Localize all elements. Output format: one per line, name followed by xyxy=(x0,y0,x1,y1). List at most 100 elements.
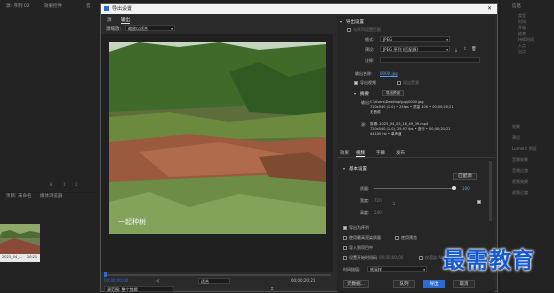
format-value: JPEG xyxy=(383,37,393,42)
effects-list-item[interactable]: Lumetri 预设 xyxy=(512,146,554,152)
tab-effects[interactable]: 效果 xyxy=(340,150,349,156)
output-name-label: 输出名称: xyxy=(355,71,373,76)
fit-value: 适合 xyxy=(201,279,209,284)
video-frame-image xyxy=(109,42,326,234)
info-panel-tab[interactable]: 信息 xyxy=(512,3,521,10)
summary-title: 摘要 xyxy=(360,92,369,97)
chevron-down-icon: ▾ xyxy=(171,27,173,31)
export-video-checkbox[interactable] xyxy=(354,81,358,85)
width-value[interactable]: 720 xyxy=(374,198,382,203)
export-audio-label: 导出音频 xyxy=(403,80,419,85)
effects-list-item[interactable]: 视频效果 xyxy=(512,179,554,185)
queue-button[interactable]: 队列 xyxy=(393,280,415,288)
max-render-quality-checkbox[interactable] xyxy=(343,236,347,240)
quality-slider-track[interactable] xyxy=(374,188,456,189)
fit-dropdown[interactable]: 适合 xyxy=(198,278,230,284)
export-settings-section-title: 导出设置 xyxy=(346,20,364,25)
cancel-button[interactable]: 取消 xyxy=(453,280,475,288)
chevron-down-icon: ▾ xyxy=(446,48,448,52)
delete-preset-icon[interactable]: 🗑 xyxy=(471,47,477,52)
effects-list-item[interactable]: 音频过渡 xyxy=(512,168,554,174)
summary-source-lines: 剪辑: 2023_04_03_18_49_39.mp4 720x540 (1.0… xyxy=(370,122,490,137)
source-panel-tab[interactable]: 源: 序列 02 xyxy=(6,3,30,10)
time-interpolation-dropdown[interactable]: 帧采样 ▾ xyxy=(367,266,427,272)
chevron-down-icon: ▾ xyxy=(423,268,425,272)
quality-value[interactable]: 100 xyxy=(462,186,470,191)
effects-list: 效果 预设 Lumetri 预设 音频效果 音频过渡 视频效果 视频过渡 xyxy=(512,124,554,201)
effects-list-item[interactable]: 音频效果 xyxy=(512,157,554,163)
playhead-marker[interactable] xyxy=(104,272,107,277)
use-previews-checkbox[interactable] xyxy=(395,236,399,240)
basic-settings-chevron-icon[interactable]: ▾ xyxy=(343,166,345,171)
link-dimensions-icon[interactable]: ⊐ xyxy=(392,201,395,206)
format-label: 格式: xyxy=(365,37,375,42)
timecode-start[interactable]: 00;00;00;00 xyxy=(104,278,128,283)
width-label: 宽度: xyxy=(360,198,370,203)
summary-output-line: 无音频 xyxy=(370,110,381,114)
source-scale-value: 缩放以适合 xyxy=(128,26,148,31)
height-value[interactable]: 540 xyxy=(374,210,382,215)
dialog-title: 导出设置 xyxy=(112,6,133,12)
export-preset-button[interactable]: 导出预设 xyxy=(382,90,404,96)
left-number-c: 2 xyxy=(75,182,78,187)
tab-video[interactable]: 视频 xyxy=(356,150,365,157)
import-preset-icon[interactable]: ⇪ xyxy=(463,47,467,52)
dialog-title-bar[interactable]: 导出设置 ✕ xyxy=(101,4,497,14)
match-sequence-checkbox[interactable] xyxy=(347,28,351,32)
dialog-app-icon xyxy=(104,6,109,11)
export-as-sequence-checkbox[interactable] xyxy=(343,226,347,230)
timecode-end[interactable]: 00;00;20;21 xyxy=(291,278,315,283)
metadata-button[interactable]: 元数据... xyxy=(343,280,369,288)
settings-scrollbar[interactable] xyxy=(489,161,492,221)
effect-controls-tab[interactable]: 效果控件 xyxy=(44,3,62,10)
export-as-sequence-label: 导出为序列 xyxy=(349,225,369,230)
media-browser-tab[interactable]: 媒体浏览器 xyxy=(40,193,63,200)
crop-icon[interactable]: ⌗ xyxy=(271,286,273,291)
output-name-link[interactable]: 0000.jpg xyxy=(380,71,398,76)
video-watermark: 一起种树 xyxy=(118,218,146,226)
project-tab[interactable]: 项目: 未命名 xyxy=(6,193,31,200)
left-project-panel: 项目: 未命名 媒体浏览器 2023_04_... 20:21 xyxy=(0,193,100,292)
comments-input[interactable] xyxy=(380,57,480,63)
start-timecode-value[interactable]: 00;00;00;00 xyxy=(379,255,403,260)
save-preset-icon[interactable]: ⤓ xyxy=(455,47,457,53)
match-sequence-label: 与序列设置匹配 xyxy=(353,27,381,32)
chevron-down-icon: ▾ xyxy=(446,38,448,42)
mark-in-icon[interactable]: ◁ xyxy=(156,278,159,283)
tab-captions[interactable]: 字幕 xyxy=(376,150,385,156)
source-scale-dropdown[interactable]: 缩放以适合 ▾ xyxy=(125,25,175,31)
left-number-a: 8 xyxy=(50,182,53,187)
close-icon[interactable]: ✕ xyxy=(487,5,492,13)
import-into-project-label: 导入到项目中 xyxy=(349,245,373,250)
size-override-checkbox[interactable] xyxy=(477,200,481,204)
preset-value: JPEG 序列 (匹配源) xyxy=(383,47,418,52)
clip-thumbnail[interactable]: 2023_04_... 20:21 xyxy=(0,224,40,262)
audio-tab[interactable]: 音 xyxy=(86,3,91,10)
source-tab[interactable]: 源 xyxy=(107,17,112,23)
set-start-timecode-checkbox[interactable] xyxy=(343,256,347,260)
export-button[interactable]: 导出 xyxy=(423,280,445,288)
format-dropdown[interactable]: JPEG ▾ xyxy=(380,36,450,42)
source-scale-label: 源缩放: xyxy=(106,27,122,32)
export-video-label: 导出视频 xyxy=(360,80,376,85)
effects-list-item[interactable]: 预设 xyxy=(512,135,554,141)
import-into-project-checkbox[interactable] xyxy=(343,246,347,250)
info-line: 出点 xyxy=(518,49,526,54)
clip-duration: 20:21 xyxy=(27,255,38,259)
preset-dropdown[interactable]: JPEG 序列 (匹配源) ▾ xyxy=(380,46,450,52)
export-settings-chevron-icon[interactable]: ▾ xyxy=(340,19,342,24)
time-interpolation-label: 时间插值: xyxy=(343,267,361,272)
left-source-panel: 源: 序列 02 效果控件 音 8 1 2 xyxy=(0,0,100,192)
timeline-scrubber[interactable] xyxy=(105,274,331,276)
source-range-dropdown[interactable]: 源范围: 整个剪辑 xyxy=(104,286,174,292)
export-audio-checkbox[interactable] xyxy=(397,81,401,85)
effects-list-item[interactable]: 效果 xyxy=(512,124,554,130)
match-source-button[interactable]: 匹配源 xyxy=(453,173,477,180)
tab-publish[interactable]: 发布 xyxy=(396,150,405,156)
preset-label: 预设: xyxy=(365,47,375,52)
summary-chevron-icon[interactable]: ▾ xyxy=(354,91,356,96)
render-alpha-checkbox[interactable] xyxy=(419,256,423,260)
output-tab[interactable]: 输出 xyxy=(121,17,130,24)
effects-list-item[interactable]: 视频过渡 xyxy=(512,190,554,196)
quality-slider-handle[interactable] xyxy=(452,186,457,190)
